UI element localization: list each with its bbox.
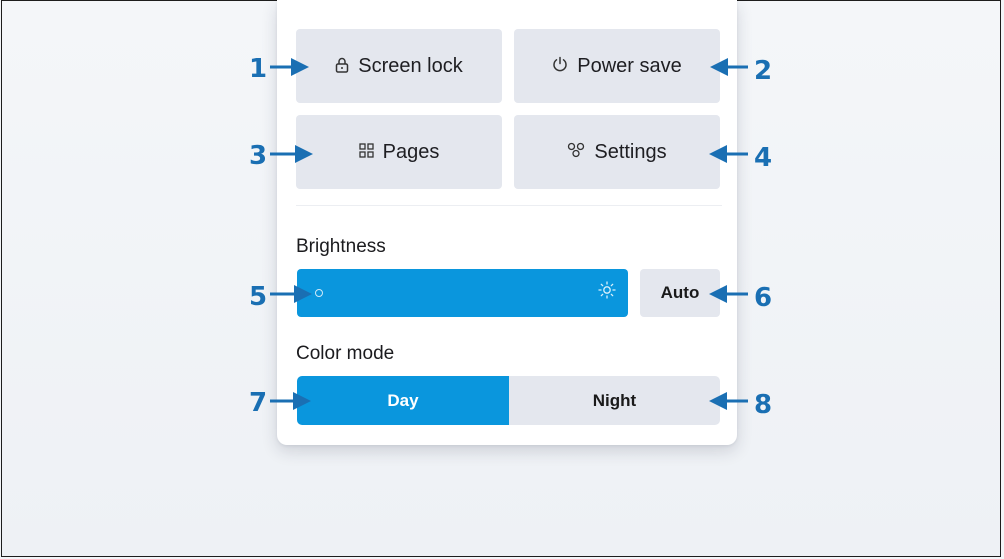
callout-arrows <box>270 58 748 410</box>
callout-number-2: 2 <box>754 56 773 86</box>
callout-number-7: 7 <box>249 388 268 418</box>
callout-number-4: 4 <box>754 143 773 173</box>
callout-number-5: 5 <box>249 282 268 312</box>
callout-number-3: 3 <box>249 141 268 171</box>
callout-number-6: 6 <box>754 283 773 313</box>
callout-number-1: 1 <box>249 54 268 84</box>
callout-number-8: 8 <box>754 390 773 420</box>
